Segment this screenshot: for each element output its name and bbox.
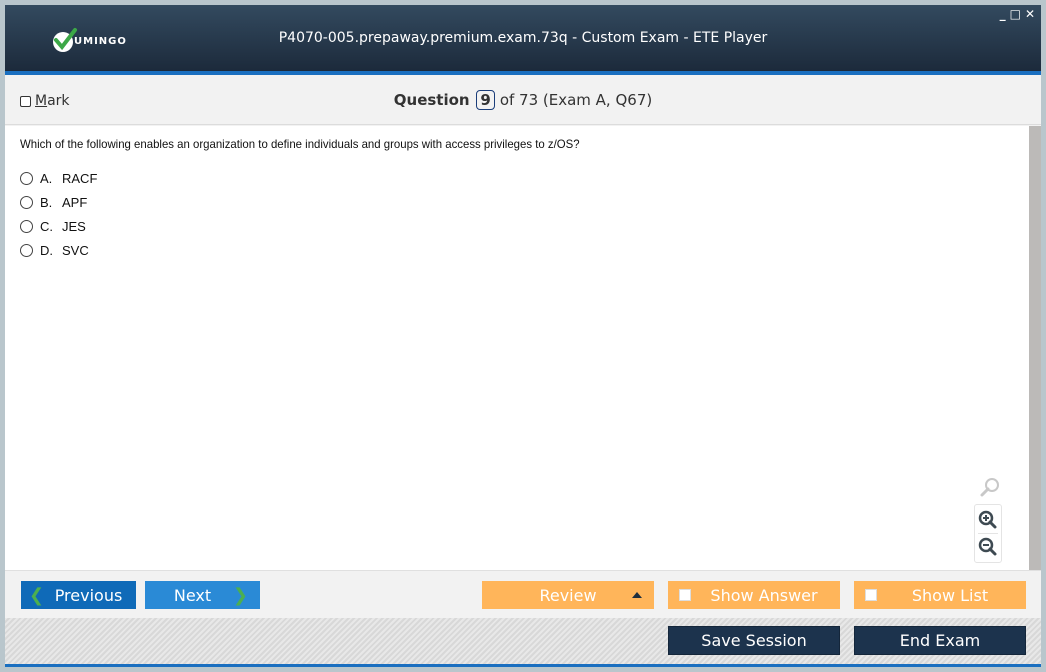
radio-button[interactable] — [20, 243, 33, 257]
option-c[interactable]: C. JES — [20, 214, 97, 238]
option-letter: D. — [40, 242, 53, 258]
question-number-input[interactable]: 9 — [476, 90, 495, 110]
chevron-left-icon: ❮ — [29, 584, 45, 606]
maximize-button[interactable]: □ — [1010, 7, 1021, 21]
minimize-button[interactable]: _ — [1000, 7, 1006, 21]
navigation-bar: ❮ Previous Next ❯ Review Show Answer Sho… — [5, 570, 1041, 618]
zoom-in-icon[interactable] — [978, 510, 998, 530]
footer-bar: Save Session End Exam — [5, 618, 1041, 664]
option-b[interactable]: B. APF — [20, 190, 97, 214]
previous-button[interactable]: ❮ Previous — [21, 581, 136, 609]
search-icon[interactable] — [979, 476, 1001, 498]
option-letter: A. — [40, 170, 53, 186]
radio-button[interactable] — [20, 171, 33, 185]
option-text: RACF — [62, 170, 98, 186]
vertical-scrollbar[interactable] — [1029, 126, 1041, 570]
zoom-controls — [974, 504, 1002, 563]
review-label: Review — [539, 585, 597, 605]
zoom-out-icon[interactable] — [978, 537, 998, 557]
show-answer-toggle[interactable]: Show Answer — [668, 581, 840, 609]
next-button[interactable]: Next ❯ — [145, 581, 260, 609]
radio-button[interactable] — [20, 219, 33, 233]
previous-label: Previous — [54, 585, 123, 605]
show-list-toggle[interactable]: Show List — [854, 581, 1026, 609]
answer-options: A. RACF B. APF C. JES D. SVC — [20, 166, 97, 262]
question-total: of 73 (Exam A, Q67) — [499, 91, 653, 109]
caret-up-icon — [632, 592, 642, 598]
question-label: Question — [393, 91, 470, 109]
show-answer-label: Show Answer — [710, 585, 818, 605]
next-label: Next — [173, 585, 212, 605]
option-text: JES — [62, 218, 86, 234]
question-bar: Mark Question 9 of 73 (Exam A, Q67) — [5, 79, 1041, 125]
show-list-checkbox[interactable] — [865, 589, 877, 601]
option-a[interactable]: A. RACF — [20, 166, 97, 190]
show-answer-checkbox[interactable] — [679, 589, 691, 601]
title-bar: UMINGO P4070-005.prepaway.premium.exam.7… — [5, 5, 1041, 75]
window-title: P4070-005.prepaway.premium.exam.73q - Cu… — [278, 30, 768, 46]
radio-button[interactable] — [20, 195, 33, 209]
chevron-right-icon: ❯ — [232, 584, 248, 606]
app-window: UMINGO P4070-005.prepaway.premium.exam.7… — [5, 5, 1041, 667]
show-list-label: Show List — [911, 585, 989, 605]
question-counter: Question 9 of 73 (Exam A, Q67) — [5, 90, 1041, 110]
footer-accent-line — [5, 664, 1041, 667]
question-text: Which of the following enables an organi… — [20, 137, 580, 151]
option-d[interactable]: D. SVC — [20, 238, 97, 262]
review-button[interactable]: Review — [482, 581, 654, 609]
option-letter: C. — [40, 218, 53, 234]
zoom-tools — [969, 476, 1005, 563]
window-controls: _ □ ✕ — [1000, 7, 1035, 21]
question-content: Which of the following enables an organi… — [5, 126, 1029, 570]
end-exam-button[interactable]: End Exam — [854, 626, 1026, 655]
close-button[interactable]: ✕ — [1025, 7, 1035, 21]
option-text: SVC — [62, 242, 89, 258]
option-text: APF — [62, 194, 88, 210]
option-letter: B. — [40, 194, 53, 210]
save-session-button[interactable]: Save Session — [668, 626, 840, 655]
